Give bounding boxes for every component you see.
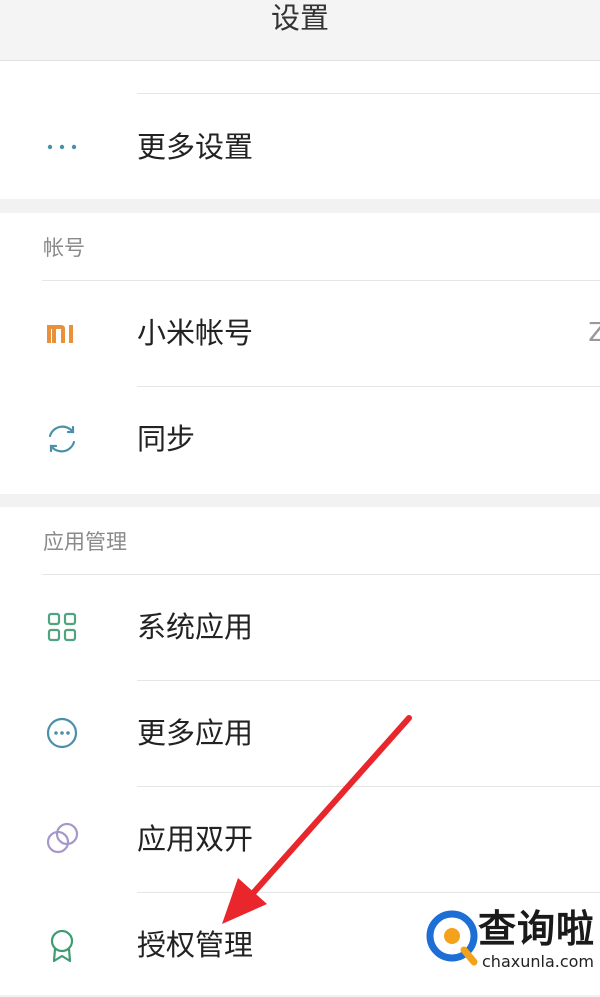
page-title: 设置 [270,1,329,35]
sync-item[interactable]: 同步 [0,387,600,491]
watermark-domain: chaxunla.com [482,952,594,971]
more-circle-icon [42,713,82,753]
section-title-account: 帐号 [43,236,85,260]
system-apps-item[interactable]: 系统应用 [0,575,600,679]
badge-icon [42,925,82,965]
grid-icon [42,607,82,647]
more-dots-icon [42,127,82,167]
dual-apps-item[interactable]: 应用双开 [0,787,600,891]
system-apps-label: 系统应用 [137,610,254,644]
mi-account-item[interactable]: 小米帐号 Z [0,281,600,385]
more-apps-label: 更多应用 [137,716,254,750]
more-settings-label: 更多设置 [137,130,254,164]
title-bar: 设置 [0,0,600,61]
section-title-app-management: 应用管理 [43,530,127,554]
settings-top-card: 更多设置 [0,61,600,199]
mi-logo-icon [42,313,82,353]
watermark-logo-icon [426,910,478,966]
divider [137,93,600,94]
watermark: 查询啦 chaxunla.com [420,906,600,978]
account-section: 帐号 小米帐号 Z 同步 [0,213,600,494]
dual-apps-label: 应用双开 [137,822,254,856]
watermark-title: 查询啦 [478,906,596,951]
more-apps-item[interactable]: 更多应用 [0,681,600,785]
account-value-truncated: Z [588,318,600,348]
mi-account-label: 小米帐号 [137,316,254,350]
dual-circles-icon [42,819,82,859]
authorization-management-label: 授权管理 [137,928,254,962]
more-settings-item[interactable]: 更多设置 [0,95,600,199]
sync-label: 同步 [137,422,196,456]
sync-icon [42,419,82,459]
